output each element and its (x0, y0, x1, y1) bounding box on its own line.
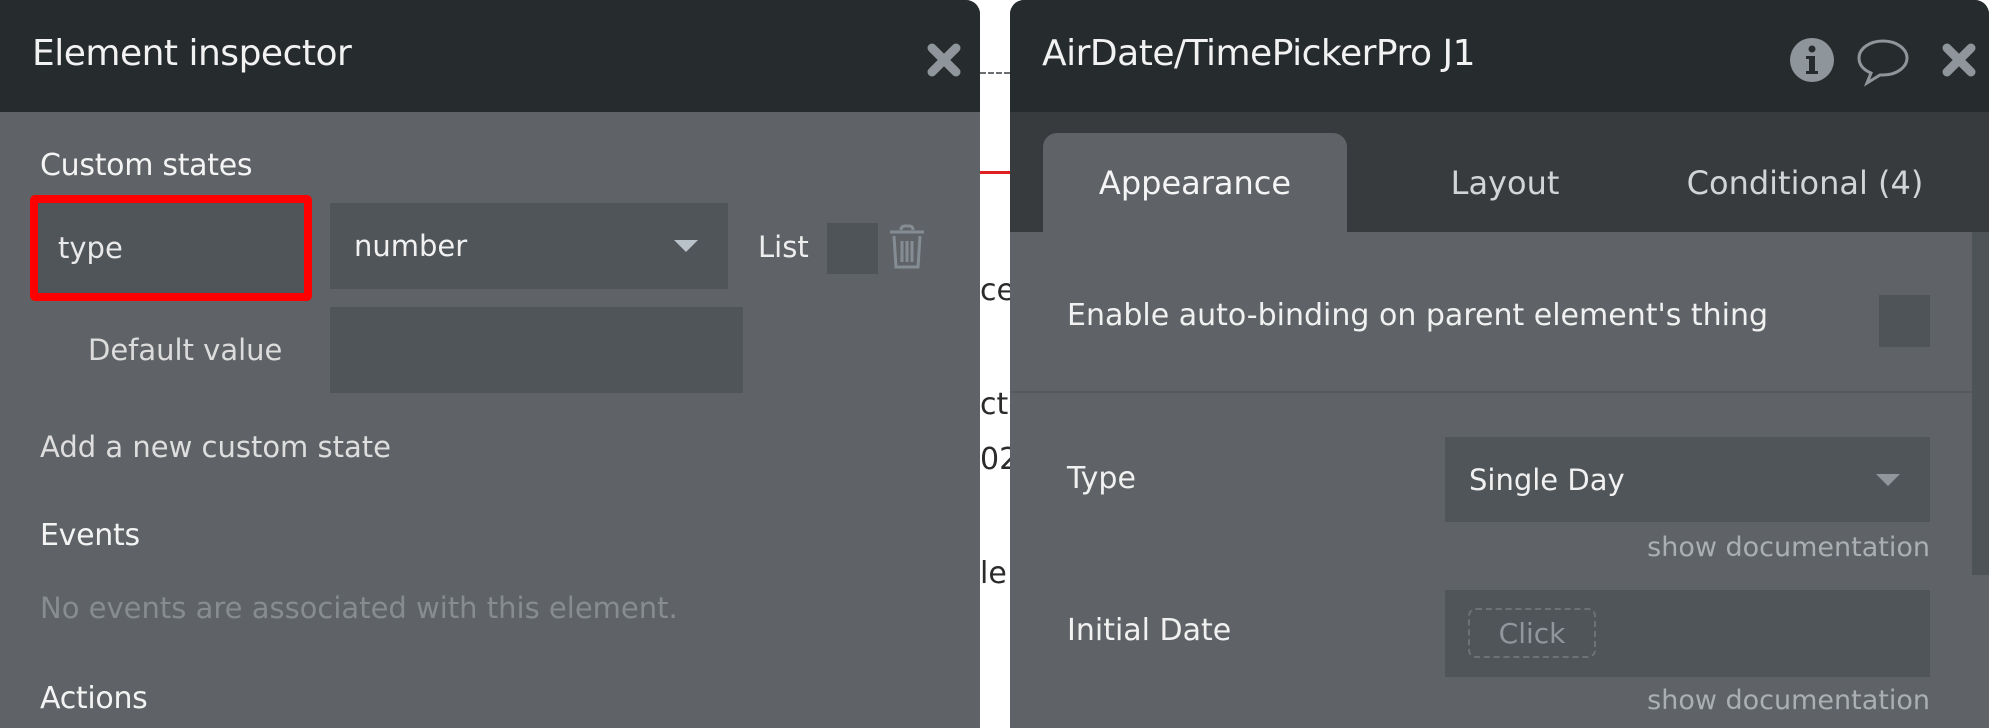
delete-state-button[interactable] (886, 224, 928, 270)
divider (1010, 391, 1972, 393)
custom-state-type-dropdown[interactable]: number (330, 203, 728, 289)
events-heading: Events (40, 518, 140, 553)
autobinding-checkbox[interactable] (1879, 295, 1930, 347)
dynamic-expression-button[interactable]: Click (1468, 608, 1596, 658)
panel-header[interactable]: AirDate/TimePickerPro J1 (1010, 0, 1989, 112)
tab-bar: Appearance Layout Conditional (4) (1010, 112, 1989, 232)
panel-header[interactable]: Element inspector (0, 0, 980, 112)
close-button[interactable] (922, 38, 966, 82)
autobinding-label: Enable auto-binding on parent element's … (1067, 298, 1769, 333)
panel-title: Element inspector (32, 33, 352, 74)
add-custom-state-link[interactable]: Add a new custom state (40, 430, 391, 464)
comment-icon (1857, 39, 1909, 87)
actions-heading: Actions (40, 681, 148, 716)
highlight-annotation (30, 195, 312, 301)
list-checkbox[interactable] (827, 223, 878, 274)
type-label: Type (1067, 461, 1136, 496)
comment-button[interactable] (1855, 37, 1911, 87)
caret-down-icon (674, 240, 698, 252)
panel-title: AirDate/TimePickerPro J1 (1042, 33, 1476, 74)
close-icon (1942, 43, 1976, 77)
canvas-guide-red (980, 171, 1010, 174)
show-documentation-link[interactable]: show documentation (1647, 685, 1930, 716)
scrollbar[interactable] (1972, 232, 1989, 575)
list-label: List (758, 230, 809, 264)
close-button[interactable] (1937, 38, 1981, 82)
appearance-content: Enable auto-binding on parent element's … (1010, 232, 1989, 728)
canvas-guide-dashed (980, 72, 1010, 74)
tab-conditional[interactable]: Conditional (4) (1655, 133, 1955, 232)
canvas-text-fragment: cte (980, 387, 1010, 422)
editor-canvas-strip: ce cte 02 le (980, 0, 1010, 728)
default-value-label: Default value (88, 333, 283, 367)
initial-date-field[interactable]: Click (1445, 590, 1930, 677)
custom-states-heading: Custom states (40, 148, 253, 183)
tab-appearance[interactable]: Appearance (1043, 133, 1347, 232)
element-inspector-panel: Element inspector Custom states number L… (0, 0, 980, 728)
type-dropdown[interactable]: Single Day (1445, 437, 1930, 522)
dropdown-value: number (354, 229, 468, 263)
dropdown-value: Single Day (1469, 462, 1625, 497)
initial-date-label: Initial Date (1067, 613, 1232, 648)
canvas-text-fragment: ce (980, 273, 1010, 308)
close-icon (927, 43, 961, 77)
info-button[interactable] (1789, 37, 1835, 83)
tab-layout[interactable]: Layout (1410, 133, 1600, 232)
show-documentation-link[interactable]: show documentation (1647, 532, 1930, 563)
trash-icon (890, 224, 924, 269)
no-events-message: No events are associated with this eleme… (40, 591, 678, 625)
canvas-text-fragment: 02 (980, 442, 1010, 477)
default-value-input[interactable] (330, 307, 743, 393)
info-icon (1790, 38, 1834, 82)
property-editor-panel: AirDate/TimePickerPro J1 Appearance Layo… (1010, 0, 1989, 728)
canvas-text-fragment: le (980, 556, 1007, 591)
caret-down-icon (1876, 473, 1900, 486)
